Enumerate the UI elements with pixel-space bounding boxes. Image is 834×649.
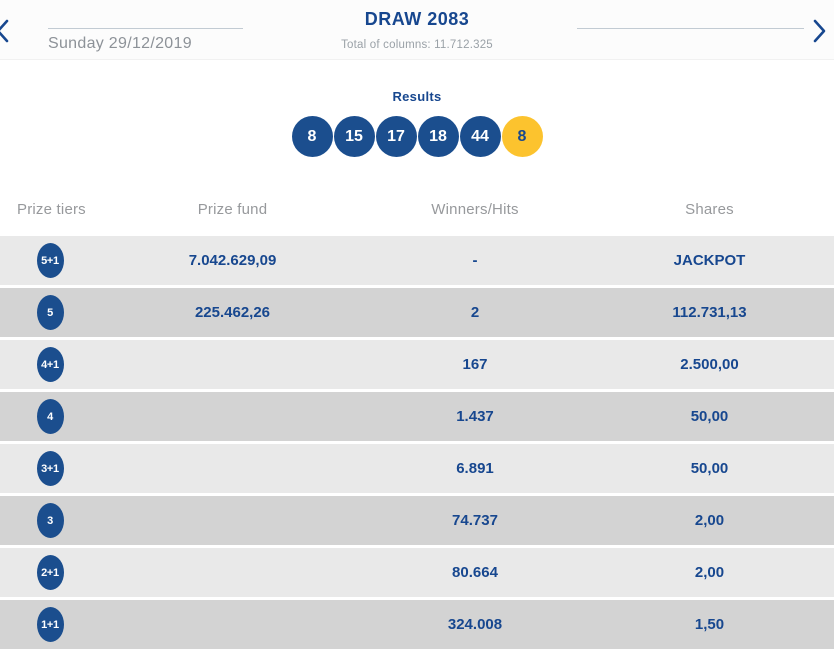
shares-cell: 50,00 [690, 408, 729, 425]
result-ball: 15 [333, 116, 375, 157]
results-balls: 8 15 17 18 44 8 [0, 116, 834, 157]
prize-fund-cell: 7.042.629,09 [188, 252, 277, 269]
prize-tier-badge: 4 [36, 399, 64, 434]
winners-hits-cell: 74.737 [452, 512, 498, 529]
header-prize-tiers: Prize tiers [17, 200, 86, 218]
table-body: 5+1 7.042.629,09 - JACKPOT 5 225.462,26 … [0, 236, 834, 649]
shares-cell: 1,50 [694, 616, 725, 633]
winners-hits-cell: 80.664 [452, 564, 498, 581]
winners-hits-cell: 167 [462, 356, 488, 373]
prize-tier-badge: 5 [36, 295, 64, 330]
result-ball: 17 [375, 116, 417, 157]
prize-tier-badge: 3+1 [36, 451, 64, 486]
prize-fund-cell: 225.462,26 [194, 304, 271, 321]
table-row: 5+1 7.042.629,09 - JACKPOT [0, 236, 834, 285]
table-row: 5 225.462,26 2 112.731,13 [0, 288, 834, 337]
shares-cell: 2,00 [694, 512, 725, 529]
prize-tier-badge: 1+1 [36, 607, 64, 642]
prize-tier-badge: 3 [36, 503, 64, 538]
draw-title: DRAW 2083 [364, 9, 470, 29]
header-winners-hits: Winners/Hits [431, 200, 519, 218]
shares-cell: 50,00 [690, 460, 729, 477]
prize-tier-badge: 5+1 [36, 243, 64, 278]
table-row: 3 74.737 2,00 [0, 496, 834, 545]
next-draw-button[interactable] [809, 17, 829, 45]
shares-cell: 112.731,13 [672, 304, 747, 321]
winners-hits-cell: 324.008 [447, 616, 503, 633]
header-shares: Shares [685, 200, 734, 218]
table-row: 2+1 80.664 2,00 [0, 548, 834, 597]
winners-hits-cell: - [472, 252, 478, 269]
shares-cell: 2.500,00 [680, 356, 739, 373]
chevron-right-icon [809, 19, 829, 48]
winners-hits-cell: 2 [470, 304, 480, 321]
shares-cell: 2,00 [694, 564, 725, 581]
winners-hits-cell: 6.891 [456, 460, 494, 477]
table-row: 3+1 6.891 50,00 [0, 444, 834, 493]
prize-tier-badge: 2+1 [36, 555, 64, 590]
header-divider-right [577, 28, 804, 29]
result-ball: 18 [417, 116, 459, 157]
result-ball-bonus: 8 [501, 116, 543, 157]
table-row: 4 1.437 50,00 [0, 392, 834, 441]
total-columns: Total of columns: 11.712.325 [341, 39, 493, 51]
table-header-row: Prize tiers Prize fund Winners/Hits Shar… [0, 182, 834, 236]
draw-header: Sunday 29/12/2019 DRAW 2083 Total of col… [0, 0, 834, 60]
prize-tier-badge: 4+1 [36, 347, 64, 382]
result-ball: 8 [291, 116, 333, 157]
winners-hits-cell: 1.437 [456, 408, 494, 425]
table-row: 4+1 167 2.500,00 [0, 340, 834, 389]
header-prize-fund: Prize fund [197, 200, 268, 218]
result-ball: 44 [459, 116, 501, 157]
results-label: Results [392, 89, 442, 104]
table-row: 1+1 324.008 1,50 [0, 600, 834, 649]
shares-cell: JACKPOT [673, 252, 746, 269]
prize-table: Prize tiers Prize fund Winners/Hits Shar… [0, 182, 834, 649]
